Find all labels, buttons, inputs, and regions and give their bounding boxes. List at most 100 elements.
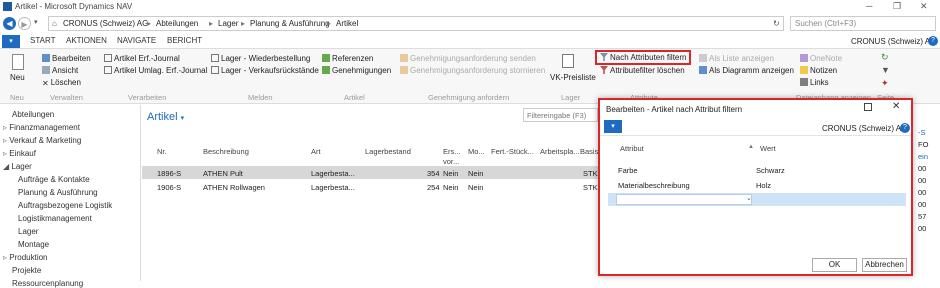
nav-item-auftraege[interactable]: Aufträge & Kontakte xyxy=(18,175,90,184)
list-title[interactable]: Artikel ▾ xyxy=(147,111,184,123)
search-input[interactable]: Suchen (Ctrl+F3) xyxy=(790,16,936,31)
breadcrumb-item[interactable]: CRONUS (Schweiz) AG xyxy=(63,17,148,30)
column-header-attribut[interactable]: Attribut xyxy=(620,144,644,153)
chart-icon xyxy=(699,66,707,74)
tab-navigate[interactable]: NAVIGATE xyxy=(117,36,156,45)
minimize-icon[interactable]: ─ xyxy=(866,1,872,11)
delete-button[interactable]: ✕ Löschen xyxy=(42,78,81,88)
cell-lagerbestand[interactable]: 354 xyxy=(427,169,440,178)
view-button[interactable]: Ansicht xyxy=(42,66,78,75)
cell-nr[interactable]: 1906-S xyxy=(157,183,181,192)
column-header-art[interactable]: Art xyxy=(311,147,321,156)
attribute-name[interactable]: Farbe xyxy=(618,166,638,175)
references-button[interactable]: Referenzen xyxy=(322,54,373,63)
address-bar: ◀ ▶ ▾ ⌂ CRONUS (Schweiz) AG ▸ Abteilunge… xyxy=(0,14,940,34)
show-as-list-button[interactable]: Als Liste anzeigen xyxy=(699,54,774,63)
app-menu-button[interactable]: ▾ xyxy=(2,35,20,48)
attribute-name[interactable]: Materialbeschreibung xyxy=(618,181,690,190)
cell-beschreibung[interactable]: ATHEN Pult xyxy=(203,169,243,178)
cell-montage[interactable]: Nein xyxy=(468,183,483,192)
cell-nr[interactable]: 1896-S xyxy=(157,169,181,178)
new-button[interactable]: Neu xyxy=(10,73,25,82)
attribute-value[interactable]: Schwarz xyxy=(756,166,785,175)
show-as-chart-button[interactable]: Als Diagramm anzeigen xyxy=(699,66,794,75)
tab-start[interactable]: START xyxy=(30,36,55,45)
cell-ersatz[interactable]: Nein xyxy=(443,169,458,178)
nav-item-einkauf[interactable]: ▹ Einkauf xyxy=(3,149,36,158)
ok-button[interactable]: OK xyxy=(812,258,857,272)
cell-basiseinheit[interactable]: STK xyxy=(583,169,598,178)
nav-item-logistik[interactable]: Logistikmanagement xyxy=(18,214,92,223)
back-icon[interactable]: ◀ xyxy=(3,17,16,30)
item-reclass-journal-button[interactable]: Artikel Umlag. Erf.-Journal xyxy=(104,66,207,75)
help-icon[interactable]: ? xyxy=(928,36,938,46)
close-icon[interactable]: ✕ xyxy=(920,1,928,12)
page-find-icon[interactable]: ✦ xyxy=(881,78,889,89)
column-header-arbeitsplan[interactable]: Arbeitspla... xyxy=(540,147,580,156)
nav-item-planung[interactable]: Planung & Ausführung xyxy=(18,188,98,197)
price-list-button[interactable]: VK-Preisliste xyxy=(550,73,596,82)
onenote-button[interactable]: OneNote xyxy=(800,54,842,63)
refresh-page-icon[interactable]: ↻ xyxy=(881,52,889,63)
restore-icon[interactable]: ❐ xyxy=(893,1,901,12)
nav-item-auftragsbezogene[interactable]: Auftragsbezogene Logistik xyxy=(18,201,112,210)
nav-item-montage[interactable]: Montage xyxy=(18,240,49,249)
nav-item-abteilungen[interactable]: Abteilungen xyxy=(12,110,54,119)
cell-lagerbestand[interactable]: 254 xyxy=(427,183,440,192)
dialog-maximize-icon[interactable] xyxy=(864,103,872,111)
edit-button[interactable]: Bearbeiten xyxy=(42,54,91,63)
clear-filter-icon xyxy=(600,66,608,74)
home-icon[interactable]: ⌂ xyxy=(52,17,57,30)
nav-item-lager[interactable]: ◢ Lager xyxy=(3,162,32,171)
nav-item-ressourcen[interactable]: Ressourcenplanung xyxy=(12,279,83,288)
cancel-approval-button[interactable]: Genehmigungsanforderung stornieren xyxy=(400,66,545,75)
cell-art[interactable]: Lagerbesta... xyxy=(311,183,355,192)
nav-item-verkauf[interactable]: ▹ Verkauf & Marketing xyxy=(3,136,81,145)
notes-button[interactable]: Notizen xyxy=(800,66,837,75)
column-header-nr[interactable]: Nr. xyxy=(157,147,167,156)
cell-art[interactable]: Lagerbesta... xyxy=(311,169,355,178)
column-header-wert[interactable]: Wert xyxy=(760,144,776,153)
chevron-down-icon[interactable]: ⌄ xyxy=(746,194,752,202)
breadcrumb-item[interactable]: Planung & Ausführung xyxy=(250,17,330,30)
cell-montage[interactable]: Nein xyxy=(468,169,483,178)
cell-ersatz[interactable]: Nein xyxy=(443,183,458,192)
nav-item-lager-sub[interactable]: Lager xyxy=(18,227,38,236)
forward-icon[interactable]: ▶ xyxy=(18,17,31,30)
column-header-fertstueck[interactable]: Fert.-Stück... xyxy=(491,147,534,156)
attribute-value[interactable]: Holz xyxy=(756,181,771,190)
links-button[interactable]: Links xyxy=(800,78,829,87)
filter-by-attributes-button[interactable]: Nach Attributen filtern xyxy=(595,50,692,65)
nav-item-produktion[interactable]: ▹ Produktion xyxy=(3,253,48,262)
attribute-name-input[interactable] xyxy=(616,194,752,205)
reorder-report-button[interactable]: Lager - Wiederbestellung xyxy=(211,54,310,63)
tab-bericht[interactable]: BERICHT xyxy=(167,36,202,45)
window-title: Artikel - Microsoft Dynamics NAV xyxy=(15,2,133,11)
approvals-button[interactable]: Genehmigungen xyxy=(322,66,391,75)
column-header-ersatz[interactable]: Ers... vor... xyxy=(443,147,461,167)
item-journal-button[interactable]: Artikel Erf.-Journal xyxy=(104,54,180,63)
page-filter-icon[interactable]: ▼ xyxy=(881,65,890,75)
breadcrumb-item[interactable]: Lager xyxy=(218,17,238,30)
cancel-button[interactable]: Abbrechen xyxy=(862,258,907,272)
column-header-beschreibung[interactable]: Beschreibung xyxy=(203,147,249,156)
refresh-icon[interactable]: ↻ xyxy=(773,17,780,30)
nav-item-finanzmanagement[interactable]: ▹ Finanzmanagement xyxy=(3,123,80,132)
dialog-close-icon[interactable]: ✕ xyxy=(892,101,900,112)
send-approval-button[interactable]: Genehmigungsanforderung senden xyxy=(400,54,536,63)
clear-attribute-filter-button[interactable]: Attributefilter löschen xyxy=(600,66,685,75)
tab-aktionen[interactable]: AKTIONEN xyxy=(66,36,107,45)
column-header-montage[interactable]: Mo... xyxy=(468,147,485,156)
dropdown-icon[interactable]: ▾ xyxy=(34,18,38,26)
list-icon xyxy=(699,54,707,62)
column-header-lagerbestand[interactable]: Lagerbestand xyxy=(365,147,411,156)
filter-input[interactable]: Filtereingabe (F3) xyxy=(523,108,598,122)
nav-item-projekte[interactable]: Projekte xyxy=(12,266,41,275)
breadcrumb-item[interactable]: Abteilungen xyxy=(156,17,198,30)
cell-beschreibung[interactable]: ATHEN Rollwagen xyxy=(203,183,265,192)
dialog-menu-button[interactable]: ▾ xyxy=(604,120,622,133)
dialog-help-icon[interactable]: ? xyxy=(900,123,910,133)
cell-basiseinheit[interactable]: STK xyxy=(583,183,598,192)
breadcrumb-item[interactable]: Artikel xyxy=(336,17,358,30)
backorder-report-button[interactable]: Lager - Verkaufsrückstände xyxy=(211,66,319,75)
